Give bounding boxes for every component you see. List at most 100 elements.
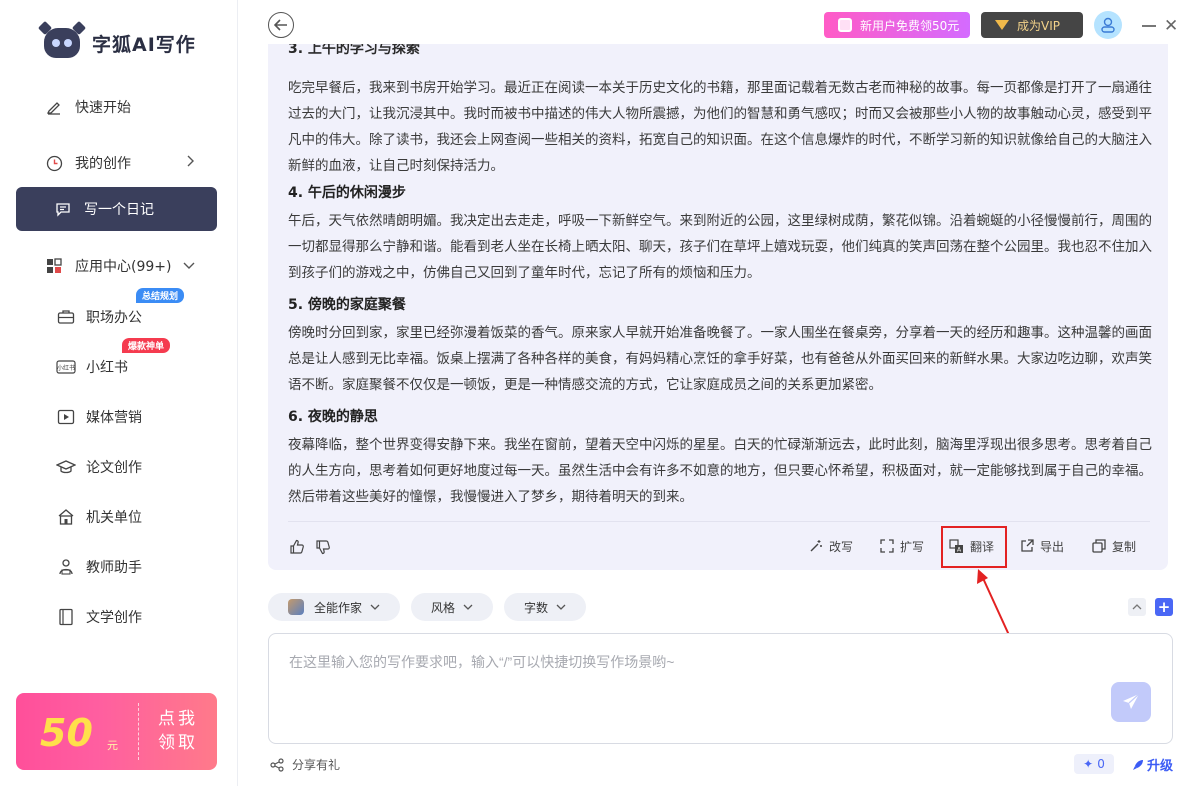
graduation-cap-icon <box>56 457 76 477</box>
diamond-icon <box>995 20 1009 30</box>
prompt-input-box <box>268 633 1173 744</box>
chevron-down-icon <box>183 258 195 274</box>
nav-my-creation-label: 我的创作 <box>75 156 131 172</box>
paragraph-dinner: 傍晚时分回到家，家里已经弥漫着饭菜的香气。原来家人早就开始准备晚餐了。一家人围坐… <box>288 325 1152 393</box>
building-icon <box>56 507 76 527</box>
avatar[interactable] <box>1094 11 1122 39</box>
sub-item-teacher-label: 教师助手 <box>86 560 142 576</box>
copy-label: 复制 <box>1112 539 1137 554</box>
expand-label: 扩写 <box>900 539 925 554</box>
promo-amount: 50 <box>40 711 93 755</box>
svg-text:小红书: 小红书 <box>57 364 75 372</box>
section-heading: 6. 夜晚的静思 <box>288 409 378 425</box>
sub-item-thesis-label: 论文创作 <box>86 460 142 476</box>
paragraph-night: 夜幕降临，整个世界变得安静下来。我坐在窗前，望着天空中闪烁的星星。白天的忙碌渐渐… <box>288 437 1152 505</box>
section-heading: 5. 傍晚的家庭聚餐 <box>288 297 406 313</box>
share-button[interactable]: 分享有礼 <box>270 756 340 773</box>
close-icon[interactable]: ✕ <box>1164 16 1178 36</box>
app-window: 字狐AI写作 快速开始 我的创作 写一个日记 应用中心(99+) 职场办公 总结… <box>0 0 1200 786</box>
sub-item-teacher[interactable]: 教师助手 <box>56 550 216 584</box>
nav-my-creation[interactable]: 我的创作 <box>16 141 217 185</box>
teacher-icon <box>56 557 76 577</box>
divider <box>288 521 1150 522</box>
chevron-right-icon <box>185 155 195 171</box>
nav-quick-start-label: 快速开始 <box>75 100 131 116</box>
brand[interactable]: 字狐AI写作 <box>44 28 196 58</box>
brand-name: 字狐AI写作 <box>92 33 196 56</box>
promo-banner[interactable]: 50 元 点我领取 <box>16 693 217 770</box>
style-label: 风格 <box>430 600 455 615</box>
section-heading: 4. 午后的休闲漫步 <box>288 185 406 201</box>
section-heading: 3. 上午的学习与探索 <box>288 44 420 57</box>
translate-highlight-box <box>941 526 1007 568</box>
badge-xiaohongshu: 爆款神单 <box>122 338 171 353</box>
sub-item-government[interactable]: 机关单位 <box>56 500 216 534</box>
writer-avatar-icon <box>287 599 304 615</box>
promo-divider <box>138 703 139 760</box>
minimize-button[interactable] <box>1142 25 1156 27</box>
sub-item-media-label: 媒体营销 <box>86 410 142 426</box>
promo-cta[interactable]: 点我领取 <box>150 707 206 755</box>
book-icon <box>56 607 76 627</box>
new-user-gift-button[interactable]: 新用户免费领50元 <box>824 12 970 38</box>
nav-quick-start[interactable]: 快速开始 <box>16 85 217 129</box>
gift-icon <box>838 18 852 32</box>
chevron-down-icon <box>370 604 380 610</box>
back-button[interactable] <box>268 12 294 38</box>
expand-icon <box>880 539 894 553</box>
add-button[interactable]: + <box>1155 598 1173 616</box>
sub-item-government-label: 机关单位 <box>86 510 142 526</box>
rewrite-label: 改写 <box>829 539 854 554</box>
nav-app-center[interactable]: 应用中心(99+) <box>16 244 217 288</box>
word-count-select[interactable]: 字数 <box>504 593 586 621</box>
fox-logo-icon <box>44 28 80 58</box>
sub-item-literature[interactable]: 文学创作 <box>56 600 216 634</box>
points-value: 0 <box>1097 757 1105 771</box>
chevron-down-icon <box>463 604 473 610</box>
export-icon <box>1021 539 1034 552</box>
paper-plane-icon <box>1123 693 1140 709</box>
scroll-up-button[interactable] <box>1128 598 1146 616</box>
nav-app-center-label: 应用中心(99+) <box>75 259 172 275</box>
briefcase-icon <box>56 307 76 327</box>
rewrite-button[interactable]: 改写 <box>809 534 853 558</box>
share-label: 分享有礼 <box>292 758 341 772</box>
nav-write-diary[interactable]: 写一个日记 <box>16 187 217 231</box>
promo-unit: 元 <box>107 739 118 752</box>
nav-write-diary-label: 写一个日记 <box>84 202 154 218</box>
points-counter[interactable]: ✦ 0 <box>1074 754 1114 774</box>
style-select[interactable]: 风格 <box>411 593 493 621</box>
become-vip-label: 成为VIP <box>1017 18 1060 33</box>
chevron-down-icon <box>556 604 566 610</box>
sub-item-xiaohongshu[interactable]: 小红书 小红书 爆款神单 <box>56 338 216 384</box>
chat-icon <box>54 200 72 218</box>
thumbs-down-icon[interactable] <box>314 538 332 556</box>
new-user-gift-label: 新用户免费领50元 <box>860 18 960 33</box>
sidebar: 字狐AI写作 快速开始 我的创作 写一个日记 应用中心(99+) 职场办公 总结… <box>0 0 238 786</box>
expand-button[interactable]: 扩写 <box>880 534 924 558</box>
writer-select[interactable]: 全能作家 <box>268 593 400 621</box>
sub-item-office-label: 职场办公 <box>86 310 142 326</box>
sub-item-media[interactable]: 媒体营销 <box>56 400 216 434</box>
video-icon <box>56 407 76 427</box>
arrow-left-icon <box>274 19 287 31</box>
export-button[interactable]: 导出 <box>1020 534 1064 558</box>
user-icon <box>1101 17 1115 33</box>
thumbs-up-icon[interactable] <box>288 538 306 556</box>
clock-icon <box>45 154 63 172</box>
copy-button[interactable]: 复制 <box>1092 534 1136 558</box>
prompt-input[interactable] <box>289 652 1089 692</box>
sub-item-thesis[interactable]: 论文创作 <box>56 450 216 484</box>
chevron-up-icon <box>1132 604 1142 610</box>
become-vip-button[interactable]: 成为VIP <box>981 12 1083 38</box>
upgrade-label: 升级 <box>1147 759 1174 774</box>
upgrade-button[interactable]: 升级 <box>1132 755 1173 774</box>
sub-item-office[interactable]: 职场办公 总结规划 <box>56 288 216 334</box>
paragraph-walk: 午后，天气依然晴朗明媚。我决定出去走走，呼吸一下新鲜空气。来到附近的公园，这里绿… <box>288 213 1152 281</box>
writer-label: 全能作家 <box>313 600 362 615</box>
grid-icon <box>45 257 63 275</box>
copy-icon <box>1092 539 1106 553</box>
send-button[interactable] <box>1111 682 1151 722</box>
article-card: 3. 上午的学习与探索 吃完早餐后，我来到书房开始学习。最近正在阅读一本关于历史… <box>268 44 1168 570</box>
word-count-label: 字数 <box>523 600 548 615</box>
